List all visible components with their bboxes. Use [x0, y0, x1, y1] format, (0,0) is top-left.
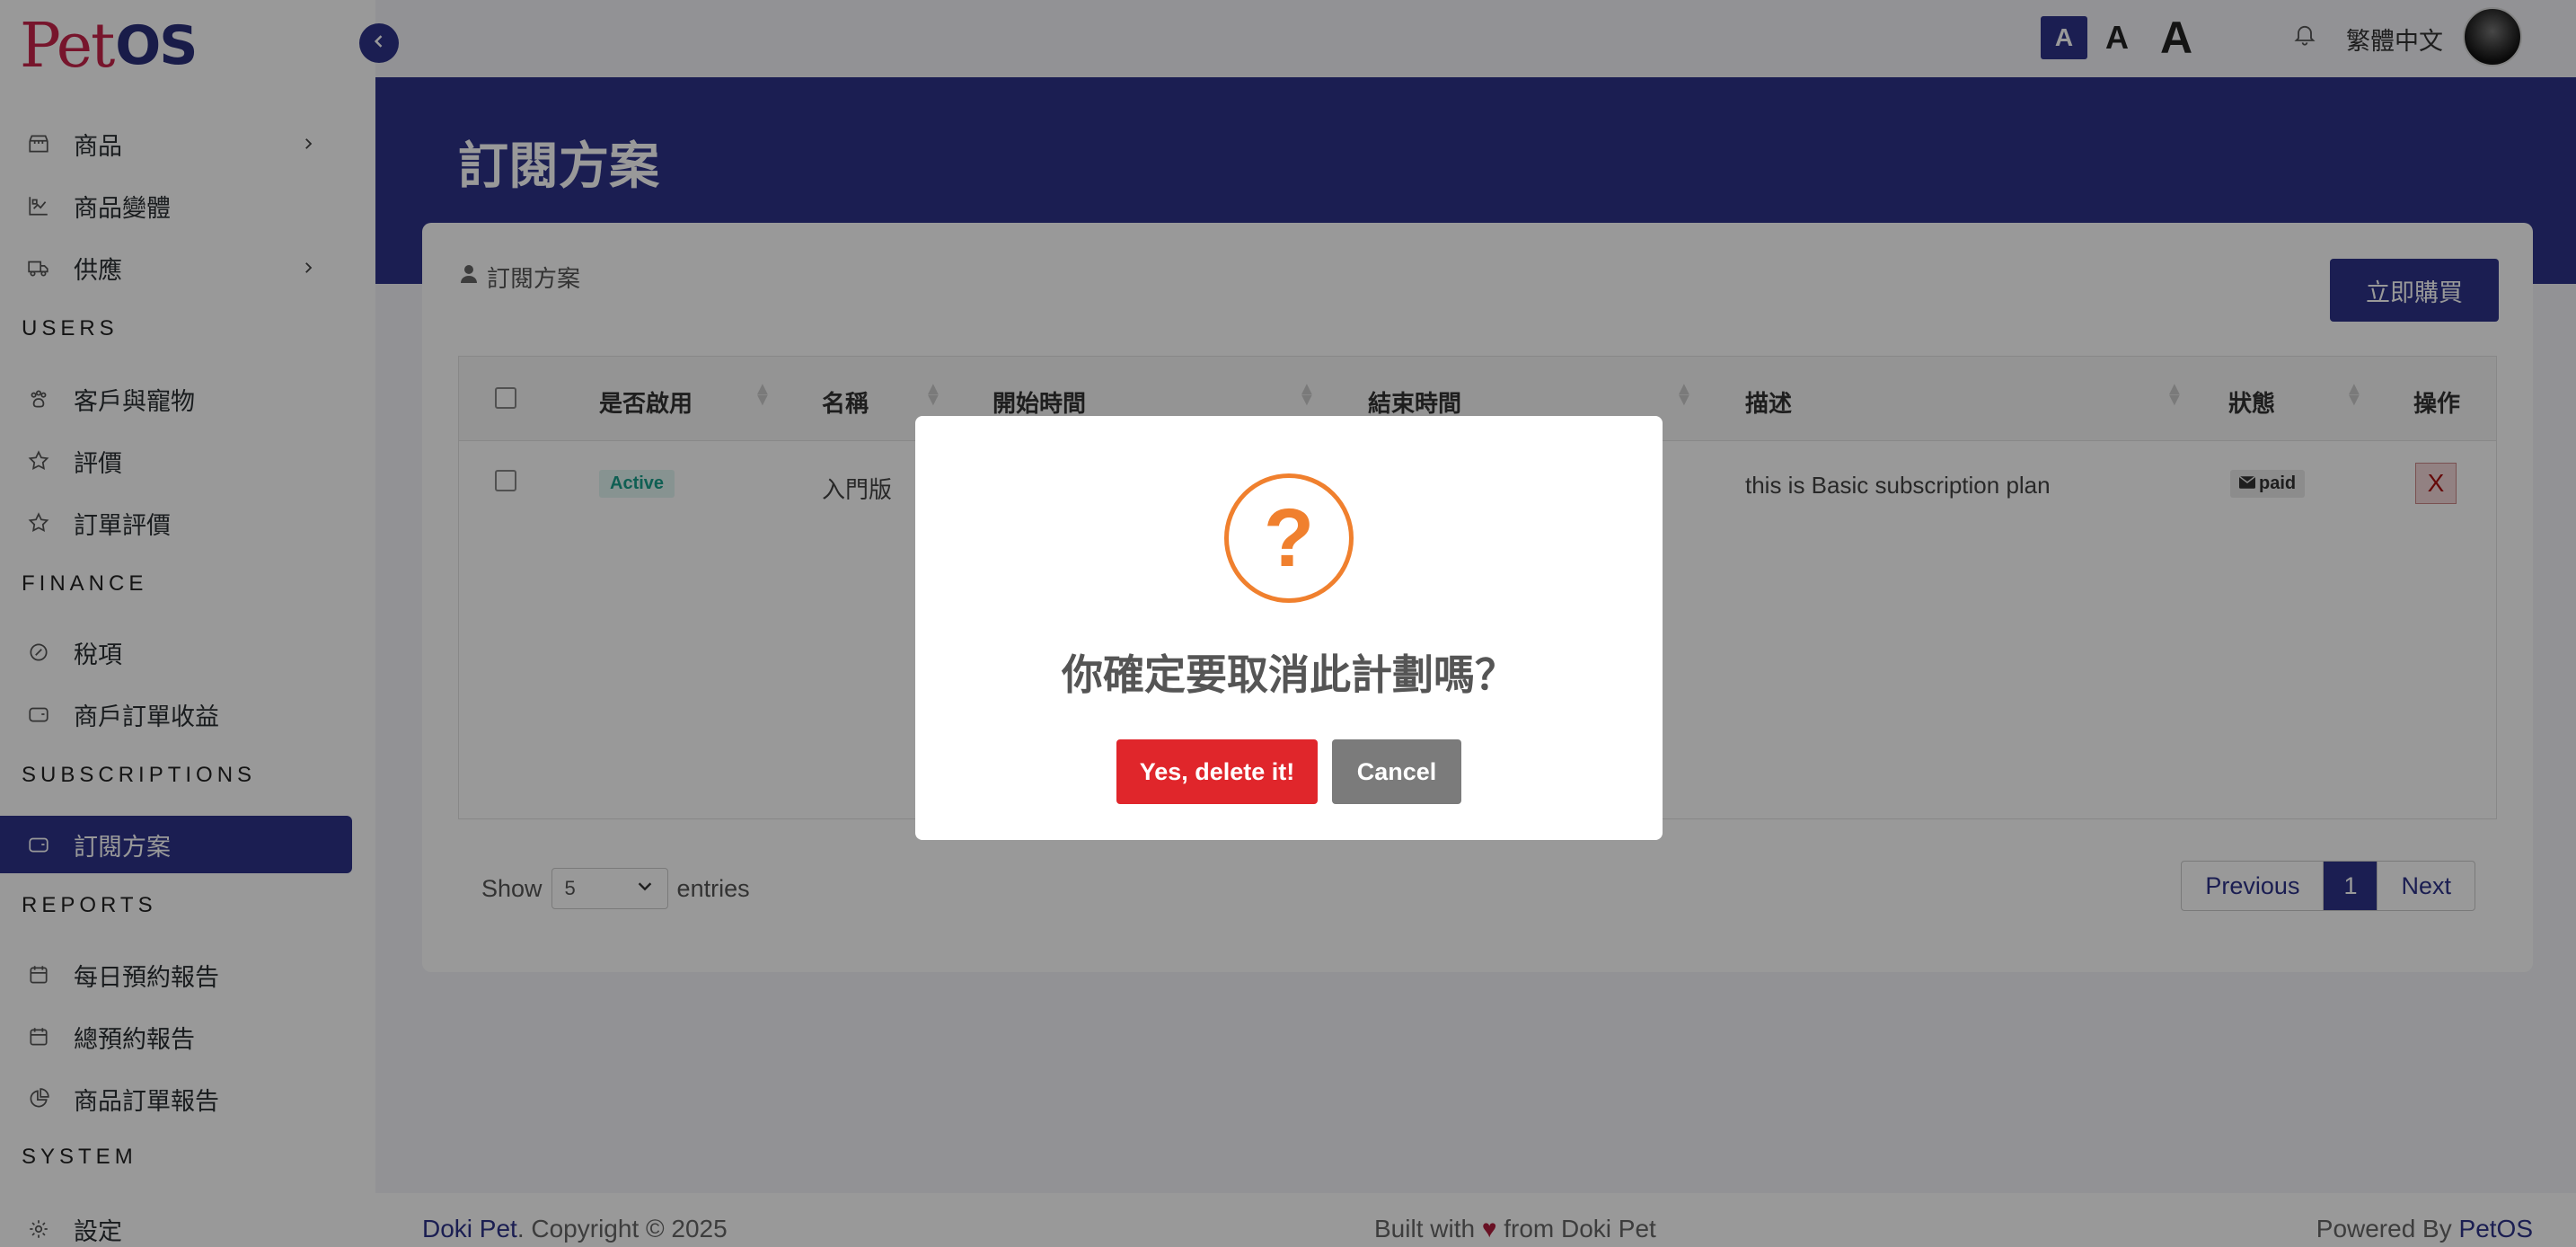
cancel-button[interactable]: Cancel: [1332, 739, 1461, 804]
dialog-title: 你確定要取消此計劃嗎？: [1062, 651, 1516, 698]
question-icon: ?: [1224, 473, 1354, 603]
confirm-delete-button[interactable]: Yes, delete it!: [1116, 739, 1318, 804]
confirm-dialog: ? 你確定要取消此計劃嗎？ Yes, delete it! Cancel: [915, 416, 1663, 840]
